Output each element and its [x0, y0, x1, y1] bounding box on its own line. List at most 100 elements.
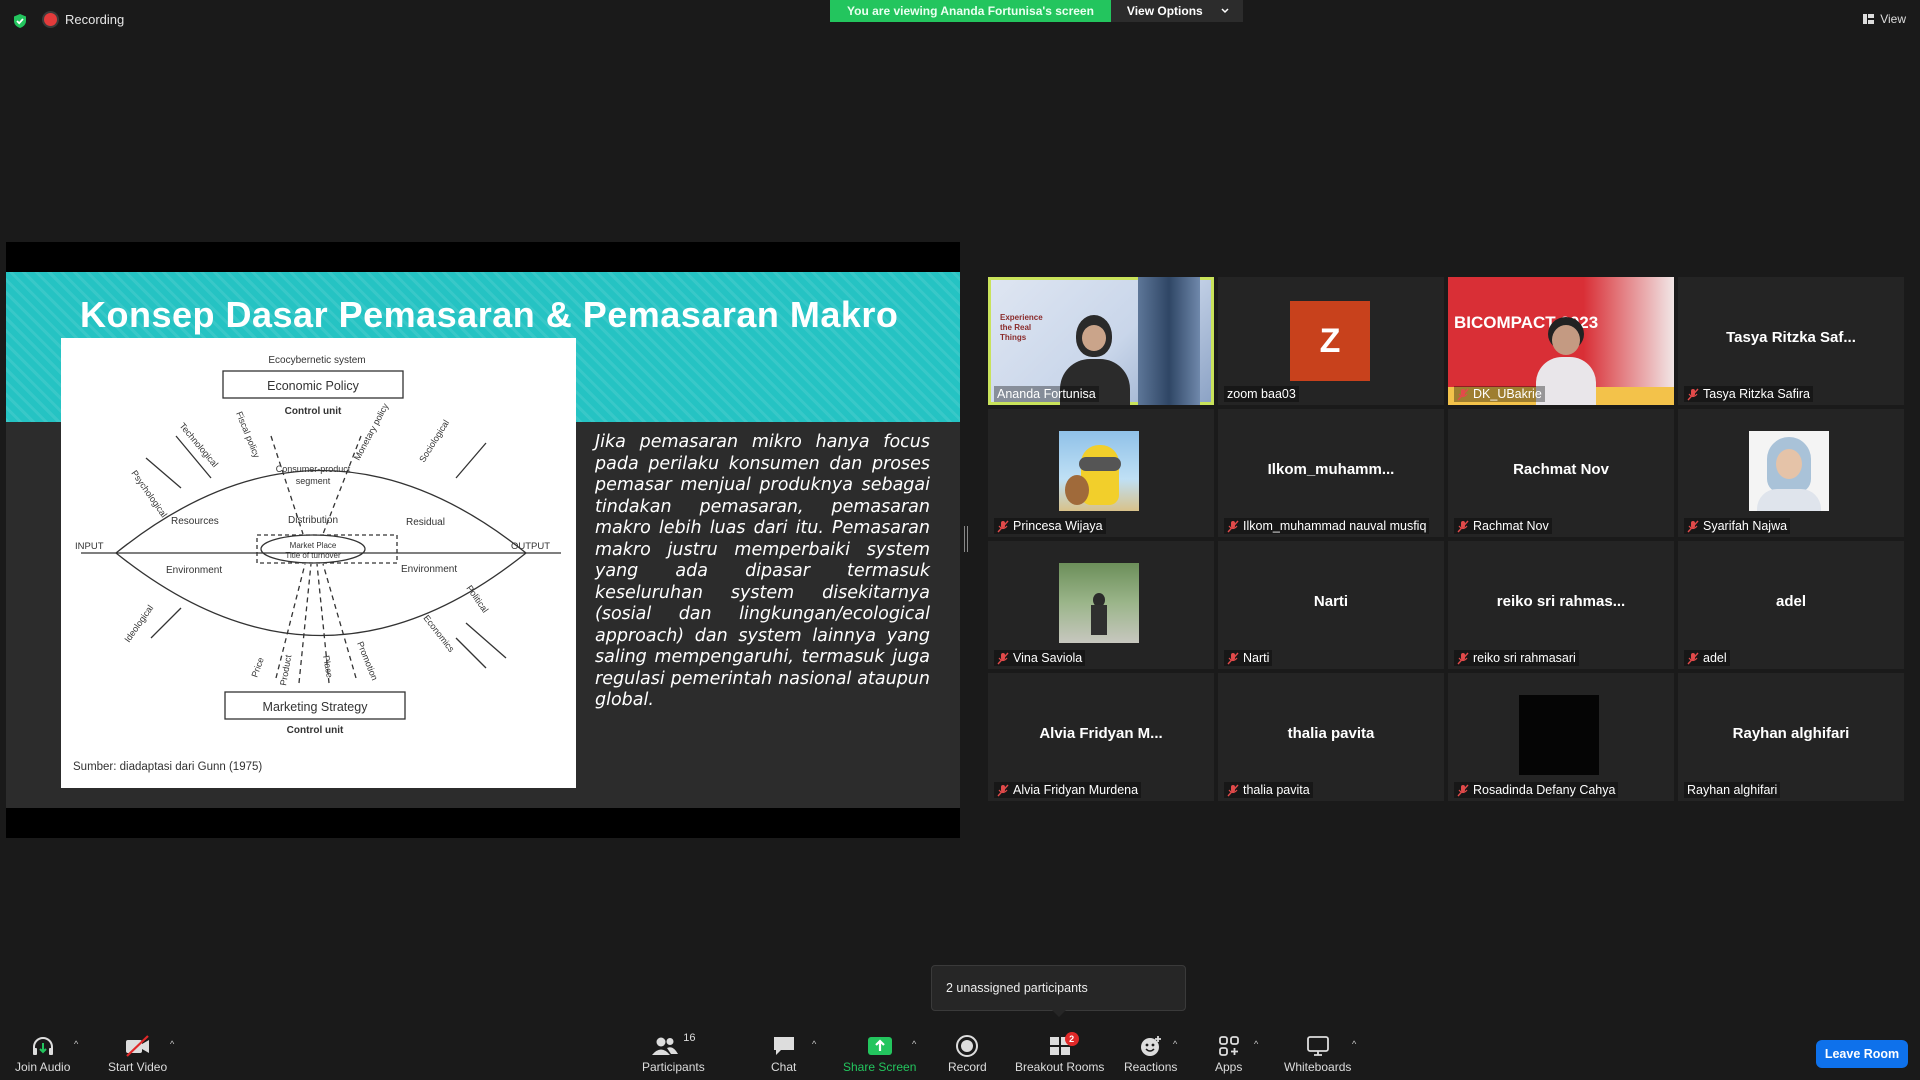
- record-label: Record: [948, 1060, 987, 1074]
- mic-muted-icon: [1457, 784, 1469, 796]
- participant-name: Narti: [1243, 651, 1270, 665]
- record-icon: [956, 1035, 979, 1057]
- participant-name-label: Tasya Ritzka Safira: [1684, 386, 1813, 402]
- participant-tile[interactable]: adel adel: [1678, 541, 1904, 669]
- participant-name-label: Rosadinda Defany Cahya: [1454, 782, 1619, 798]
- share-screen-button[interactable]: Share Screen: [843, 1032, 916, 1074]
- participant-tile[interactable]: Rayhan alghifari Rayhan alghifari: [1678, 673, 1904, 801]
- diagram-top-caption: Ecocybernetic system: [268, 355, 365, 366]
- avatar: [1059, 563, 1139, 643]
- participant-tile[interactable]: thalia pavita thalia pavita: [1218, 673, 1444, 801]
- mic-muted-icon: [1687, 652, 1699, 664]
- participant-tile[interactable]: Zzoom baa03: [1218, 277, 1444, 405]
- whiteboards-label: Whiteboards: [1284, 1060, 1352, 1074]
- mic-muted-icon: [1457, 652, 1469, 664]
- audio-caret-icon[interactable]: ^: [74, 1039, 78, 1049]
- participants-count: 16: [683, 1032, 696, 1044]
- apps-label: Apps: [1215, 1060, 1243, 1074]
- participant-tile[interactable]: Tasya Ritzka Saf... Tasya Ritzka Safira: [1678, 277, 1904, 405]
- mic-muted-icon: [1457, 520, 1469, 532]
- breakout-rooms-button[interactable]: 2 Breakout Rooms: [1015, 1032, 1104, 1074]
- reactions-icon: [1140, 1036, 1161, 1056]
- whiteboards-button[interactable]: Whiteboards: [1284, 1032, 1351, 1074]
- participant-name: Vina Saviola: [1013, 651, 1083, 665]
- mic-muted-icon: [997, 652, 1009, 664]
- apps-button[interactable]: Apps: [1215, 1032, 1242, 1074]
- output-label: OUTPUT: [511, 541, 550, 552]
- share-caret-icon[interactable]: ^: [912, 1039, 916, 1049]
- consumer-segment-label-2: segment: [296, 476, 331, 486]
- participant-name-label: Princesa Wijaya: [994, 518, 1106, 534]
- participant-name-label: Rayhan alghifari: [1684, 782, 1781, 798]
- splitter-handle[interactable]: [964, 526, 968, 552]
- slide-body-text: Jika pemasaran mikro hanya focus pada pe…: [595, 432, 930, 710]
- video-person: [1536, 317, 1596, 405]
- participants-button[interactable]: 16 Participants: [642, 1032, 705, 1074]
- reactions-button[interactable]: Reactions: [1124, 1032, 1177, 1074]
- video-off-icon: [125, 1035, 149, 1057]
- view-options-button[interactable]: View Options: [1110, 0, 1243, 22]
- mic-muted-icon: [1227, 652, 1239, 664]
- join-audio-label: Join Audio: [15, 1060, 71, 1074]
- economics-label: Economics: [421, 613, 456, 654]
- tooltip-arrow: [1052, 1010, 1066, 1017]
- recording-indicator[interactable]: Recording: [44, 12, 124, 27]
- leave-room-button[interactable]: Leave Room: [1816, 1040, 1908, 1068]
- mic-muted-icon: [1687, 520, 1699, 532]
- reactions-caret-icon[interactable]: ^: [1173, 1039, 1177, 1049]
- participant-name: Tasya Ritzka Safira: [1703, 387, 1810, 401]
- participant-tile[interactable]: Syarifah Najwa: [1678, 409, 1904, 537]
- participant-tile[interactable]: reiko sri rahmas... reiko sri rahmasari: [1448, 541, 1674, 669]
- grid-view-icon: [1863, 14, 1875, 24]
- participant-name: Princesa Wijaya: [1013, 519, 1103, 533]
- participant-tile[interactable]: Ilkom_muhamm... Ilkom_muhammad nauval mus…: [1218, 409, 1444, 537]
- participant-name: Alvia Fridyan Murdena: [1013, 783, 1139, 797]
- apps-icon: [1218, 1036, 1239, 1056]
- participant-tile[interactable]: BICOMPACT 2023 DK_UBakrie: [1448, 277, 1674, 405]
- start-video-button[interactable]: Start Video: [108, 1032, 167, 1074]
- mic-muted-icon: [1227, 520, 1239, 532]
- participant-tile[interactable]: Princesa Wijaya: [988, 409, 1214, 537]
- participant-name: adel: [1703, 651, 1727, 665]
- breakout-rooms-label: Breakout Rooms: [1015, 1060, 1105, 1074]
- viewing-banner: You are viewing Ananda Fortunisa's scree…: [830, 0, 1243, 22]
- view-button[interactable]: View: [1863, 12, 1906, 26]
- whiteboards-caret-icon[interactable]: ^: [1352, 1039, 1356, 1049]
- breakout-badge: 2: [1064, 1032, 1079, 1046]
- input-label: INPUT: [75, 541, 104, 552]
- title-turnover-label: Title of turnover: [285, 551, 341, 560]
- participants-label: Participants: [642, 1060, 705, 1074]
- participant-tile[interactable]: Experience the Real Things Ananda Fortuni…: [988, 277, 1214, 405]
- security-shield-icon[interactable]: [12, 13, 28, 29]
- participant-name-label: zoom baa03: [1224, 386, 1299, 402]
- participant-name-label: Vina Saviola: [994, 650, 1086, 666]
- participant-tile[interactable]: Rachmat Nov Rachmat Nov: [1448, 409, 1674, 537]
- chat-button[interactable]: Chat: [771, 1032, 796, 1074]
- environment-left-label: Environment: [166, 565, 222, 576]
- top-control-unit: Control unit: [285, 406, 342, 417]
- presentation-slide: Konsep Dasar Pemasaran & Pemasaran Makro: [6, 272, 960, 808]
- participant-tile[interactable]: Narti Narti: [1218, 541, 1444, 669]
- video-caret-icon[interactable]: ^: [170, 1039, 174, 1049]
- participant-tile[interactable]: Rosadinda Defany Cahya: [1448, 673, 1674, 801]
- participant-name-center: Rayhan alghifari: [1732, 725, 1850, 742]
- avatar: Z: [1290, 301, 1370, 381]
- mic-muted-icon: [997, 784, 1009, 796]
- participants-icon: [652, 1037, 679, 1055]
- participant-name: reiko sri rahmasari: [1473, 651, 1576, 665]
- participant-name-label: thalia pavita: [1224, 782, 1313, 798]
- top-bar: Recording You are viewing Ananda Fortuni…: [0, 0, 1920, 40]
- participant-tile[interactable]: Vina Saviola: [988, 541, 1214, 669]
- join-audio-button[interactable]: Join Audio: [15, 1032, 70, 1074]
- participant-tile[interactable]: Alvia Fridyan M... Alvia Fridyan Murdena: [988, 673, 1214, 801]
- chat-caret-icon[interactable]: ^: [812, 1039, 816, 1049]
- record-button[interactable]: Record: [948, 1032, 987, 1074]
- view-label: View: [1880, 12, 1906, 26]
- participant-name-label: adel: [1684, 650, 1730, 666]
- apps-caret-icon[interactable]: ^: [1254, 1039, 1258, 1049]
- recording-label: Recording: [65, 12, 125, 27]
- unassigned-participants-tooltip[interactable]: 2 unassigned participants: [931, 965, 1186, 1011]
- participant-name-center: adel: [1775, 593, 1806, 610]
- participant-name: Syarifah Najwa: [1703, 519, 1788, 533]
- avatar: [1749, 431, 1829, 511]
